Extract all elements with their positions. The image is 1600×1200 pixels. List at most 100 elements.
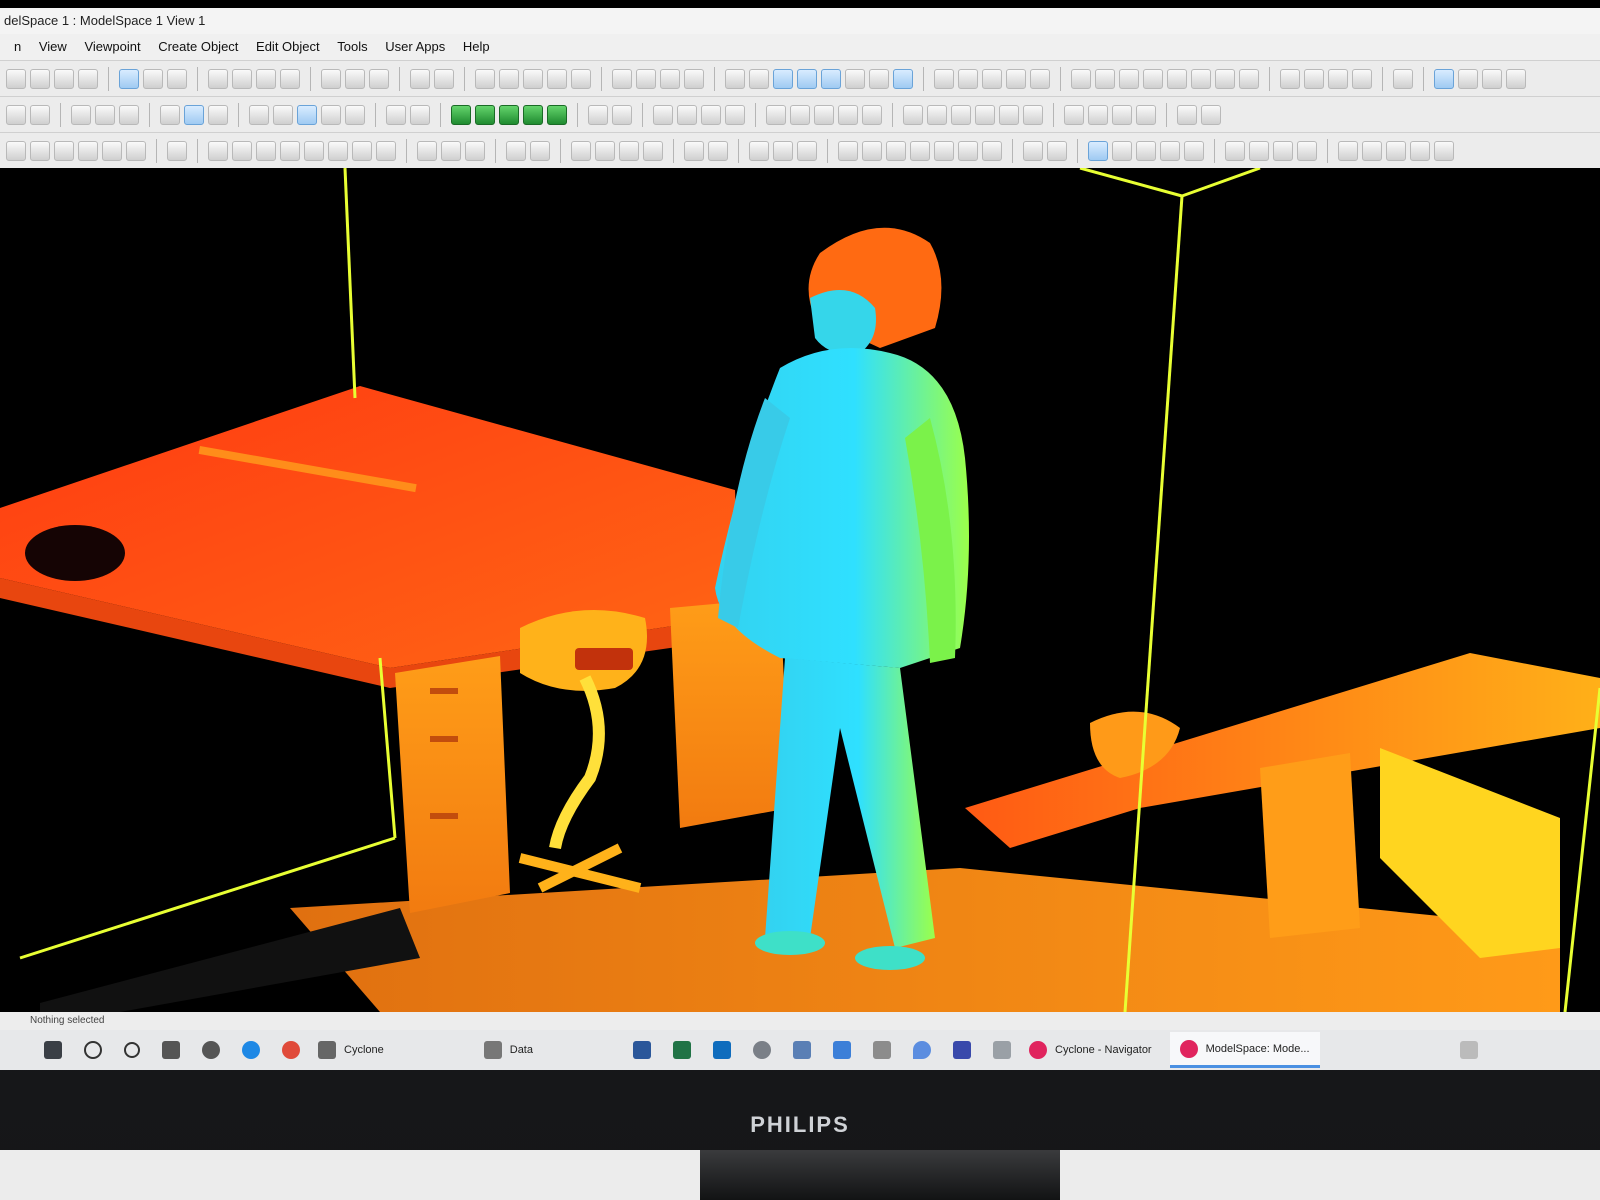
light-settings-icon[interactable] xyxy=(773,140,793,161)
section-1-icon[interactable] xyxy=(903,104,923,125)
pipe-icon[interactable] xyxy=(1030,68,1050,89)
fit-icon[interactable] xyxy=(934,68,954,89)
paint-icon[interactable] xyxy=(934,140,954,161)
filter-active-icon[interactable] xyxy=(297,104,317,125)
plane-icon[interactable] xyxy=(1006,68,1026,89)
limit-box-4-icon[interactable] xyxy=(523,104,543,125)
list-icon[interactable] xyxy=(465,140,485,161)
menu-view[interactable]: View xyxy=(39,39,67,54)
annotate-icon[interactable] xyxy=(571,68,591,89)
pan-icon[interactable] xyxy=(1280,68,1300,89)
slice-1-icon[interactable] xyxy=(1064,104,1084,125)
menu-user-apps[interactable]: User Apps xyxy=(385,39,445,54)
axis-y-icon[interactable] xyxy=(749,68,769,89)
layer-4-icon[interactable] xyxy=(1297,140,1317,161)
section-6-icon[interactable] xyxy=(1023,104,1043,125)
limit-box-2-icon[interactable] xyxy=(475,104,495,125)
calculator-icon[interactable] xyxy=(793,1041,811,1059)
notes-icon[interactable] xyxy=(873,1041,891,1059)
model-space-viewport[interactable] xyxy=(0,166,1600,1013)
seek-icon[interactable] xyxy=(78,68,98,89)
intensity-icon[interactable] xyxy=(208,104,228,125)
curve-2-icon[interactable] xyxy=(304,140,324,161)
eraser-icon[interactable] xyxy=(982,140,1002,161)
view-left-icon[interactable] xyxy=(1119,68,1139,89)
cortana-icon[interactable] xyxy=(124,1042,140,1058)
layers-icon[interactable] xyxy=(475,68,495,89)
color-map-icon[interactable] xyxy=(184,104,204,125)
tag-add-icon[interactable] xyxy=(677,104,697,125)
measure-icon[interactable] xyxy=(547,68,567,89)
disabled-tool-icon[interactable] xyxy=(1482,68,1502,89)
circle-select-icon[interactable] xyxy=(256,68,276,89)
edge-browser-icon[interactable] xyxy=(242,1041,260,1059)
rectangle-select-icon[interactable] xyxy=(232,68,252,89)
brush-icon[interactable] xyxy=(958,140,978,161)
rotate-view-icon[interactable] xyxy=(54,68,74,89)
limit-box-1-icon[interactable] xyxy=(451,104,471,125)
draw-arc-icon[interactable] xyxy=(30,140,50,161)
polygon-select-icon[interactable] xyxy=(280,68,300,89)
ctrl-key-icon[interactable] xyxy=(345,68,365,89)
axis-x-icon[interactable] xyxy=(725,68,745,89)
check-1-icon[interactable] xyxy=(208,140,228,161)
zoom-out-icon[interactable] xyxy=(595,140,615,161)
section-3-icon[interactable] xyxy=(951,104,971,125)
register-add-icon[interactable] xyxy=(708,140,728,161)
ungroup-icon[interactable] xyxy=(95,104,115,125)
slice-4-icon[interactable] xyxy=(1136,104,1156,125)
view-right-icon[interactable] xyxy=(1143,68,1163,89)
limit-box-3-icon[interactable] xyxy=(499,104,519,125)
sphere-dark-icon[interactable] xyxy=(1136,140,1156,161)
cloud-a-icon[interactable] xyxy=(1338,140,1358,161)
view-bottom-icon[interactable] xyxy=(1191,68,1211,89)
cloud-d-icon[interactable] xyxy=(1410,140,1430,161)
cloud-c-icon[interactable] xyxy=(1386,140,1406,161)
pivot-icon[interactable] xyxy=(869,68,889,89)
battery-icon[interactable] xyxy=(1184,140,1204,161)
group-icon[interactable] xyxy=(71,104,91,125)
view-front-icon[interactable] xyxy=(1071,68,1091,89)
view-top-icon[interactable] xyxy=(1167,68,1187,89)
grid-dots-icon[interactable] xyxy=(410,104,430,125)
draw-circle-icon[interactable] xyxy=(102,140,122,161)
sphere-icon[interactable] xyxy=(958,68,978,89)
menu-create-object[interactable]: Create Object xyxy=(158,39,238,54)
drop-icon[interactable] xyxy=(913,1041,931,1059)
copy-icon[interactable] xyxy=(862,140,882,161)
text-tool-icon[interactable] xyxy=(167,140,187,161)
texture-icon[interactable] xyxy=(1177,104,1197,125)
slice-3-icon[interactable] xyxy=(1112,104,1132,125)
grab-icon[interactable] xyxy=(434,68,454,89)
section-2-icon[interactable] xyxy=(927,104,947,125)
taskbar-item-modelspace[interactable]: ModelSpace: Mode... xyxy=(1169,1032,1320,1068)
cloud-filter-icon[interactable] xyxy=(684,68,704,89)
mesh-edit-icon[interactable] xyxy=(838,104,858,125)
cloud-color-icon[interactable] xyxy=(660,68,680,89)
cube-view-icon[interactable] xyxy=(119,68,139,89)
draw-rect-icon[interactable] xyxy=(54,140,74,161)
view-back-icon[interactable] xyxy=(1095,68,1115,89)
menu-viewpoint[interactable]: Viewpoint xyxy=(84,39,140,54)
limit-box-5-icon[interactable] xyxy=(547,104,567,125)
distance-icon[interactable] xyxy=(612,104,632,125)
outlook-icon[interactable] xyxy=(713,1041,731,1059)
hand-tool-icon[interactable] xyxy=(838,140,858,161)
object-info-icon[interactable] xyxy=(499,68,519,89)
layer-1-icon[interactable] xyxy=(1225,140,1245,161)
axes-icon[interactable] xyxy=(1215,68,1235,89)
taskbar-item-cyclone[interactable]: Cyclone xyxy=(308,1032,394,1068)
pick-mode-icon[interactable] xyxy=(6,68,26,89)
windows-start-icon[interactable] xyxy=(44,1041,62,1059)
check-2-icon[interactable] xyxy=(232,140,252,161)
image-icon[interactable] xyxy=(1201,104,1221,125)
curve-1-icon[interactable] xyxy=(280,140,300,161)
disabled-tool-icon[interactable] xyxy=(1506,68,1526,89)
extend-icon[interactable] xyxy=(530,140,550,161)
object-copy-icon[interactable] xyxy=(523,68,543,89)
mesh-icon[interactable] xyxy=(814,104,834,125)
merge-icon[interactable] xyxy=(119,104,139,125)
shift-key-icon[interactable] xyxy=(321,68,341,89)
menu-tools[interactable]: Tools xyxy=(337,39,367,54)
curve-4-icon[interactable] xyxy=(352,140,372,161)
